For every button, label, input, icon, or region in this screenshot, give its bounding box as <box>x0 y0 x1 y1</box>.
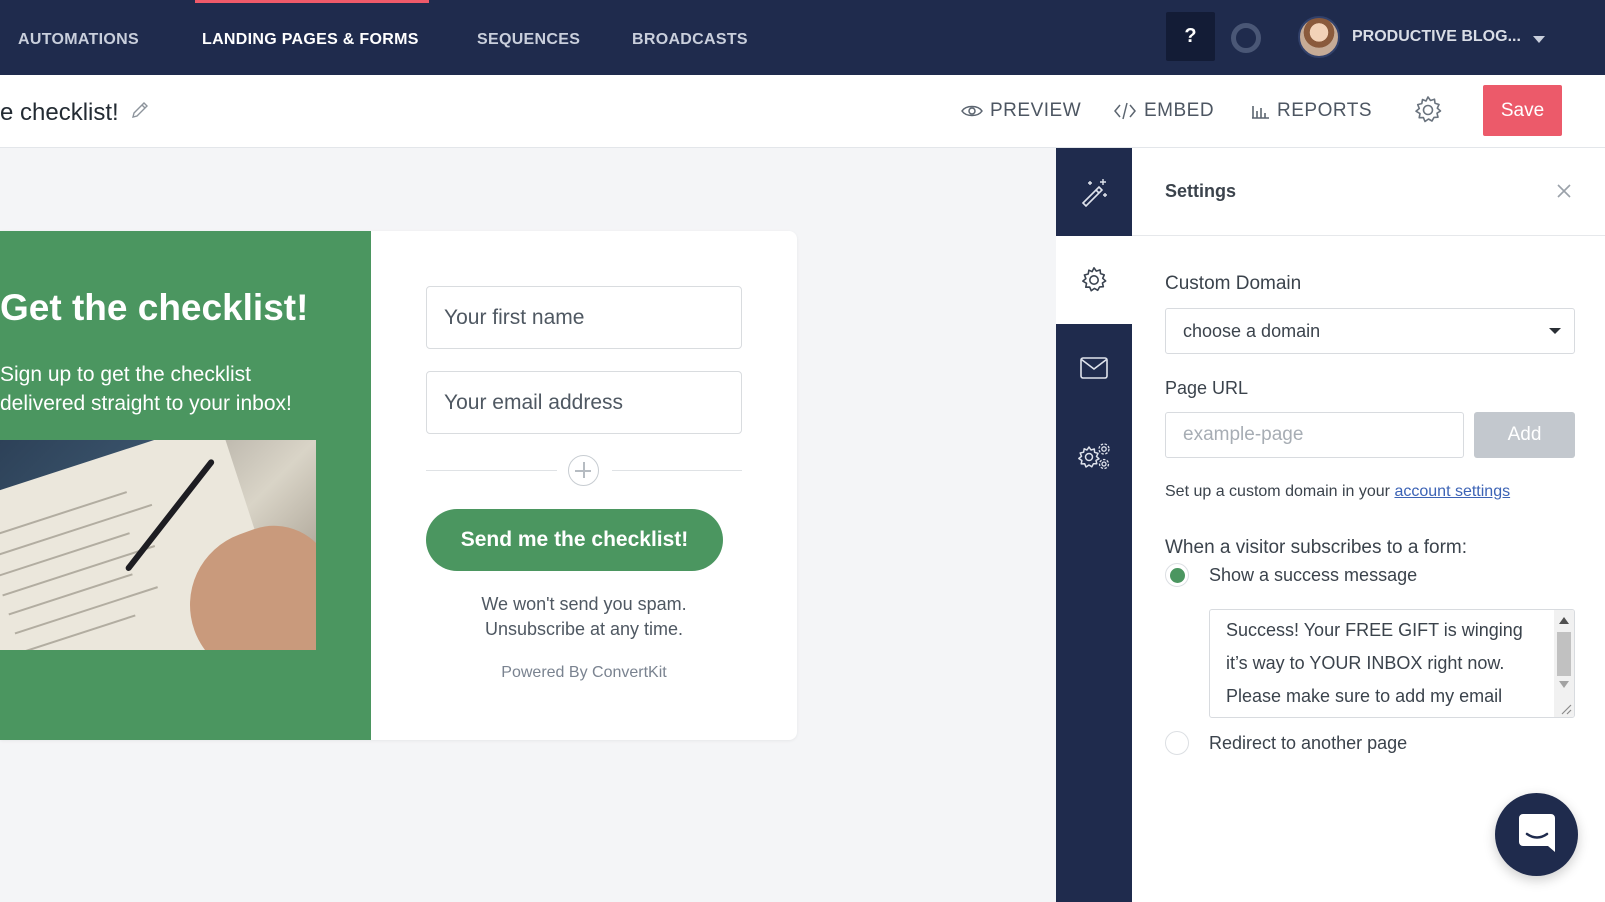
gear-icon[interactable] <box>1413 95 1443 125</box>
form-preview-card[interactable]: Get the checklist! Sign up to get the ch… <box>0 231 797 740</box>
success-message-textarea[interactable]: Success! Your FREE GIFT is winging it’s … <box>1209 609 1575 718</box>
custom-domain-select[interactable]: choose a domain <box>1165 308 1575 354</box>
top-nav: AUTOMATIONS LANDING PAGES & FORMS SEQUEN… <box>0 0 1605 75</box>
embed-button[interactable]: EMBED <box>1113 97 1214 125</box>
settings-title: Settings <box>1165 181 1237 201</box>
divider <box>426 470 557 471</box>
preview-label: PREVIEW <box>990 100 1082 121</box>
redirect-option-label[interactable]: Redirect to another page <box>1209 733 1407 754</box>
spam-disclaimer: We won't send you spam. Unsubscribe at a… <box>426 592 742 642</box>
page-url-label: Page URL <box>1165 378 1249 398</box>
avatar[interactable] <box>1298 16 1340 58</box>
nav-item-broadcasts[interactable]: BROADCASTS <box>632 0 748 75</box>
redirect-radio[interactable] <box>1165 731 1189 755</box>
page-title: e checklist! <box>0 99 119 126</box>
success-message-option-label[interactable]: Show a success message <box>1209 565 1417 586</box>
reports-label: REPORTS <box>1277 100 1373 121</box>
bar-chart-icon <box>1252 106 1269 119</box>
custom-domain-selected: choose a domain <box>1183 321 1321 341</box>
embed-label: EMBED <box>1144 100 1215 121</box>
chat-icon <box>1519 814 1555 852</box>
add-button[interactable]: Add <box>1474 412 1575 458</box>
disclaimer-line: Unsubscribe at any time. <box>484 619 684 639</box>
page-url-input[interactable]: example-page <box>1165 412 1464 458</box>
chat-launcher-button[interactable] <box>1495 793 1578 876</box>
email-field[interactable]: Your email address <box>426 371 742 434</box>
settings-panel: Settings Custom Domain choose a domain P… <box>1132 148 1605 902</box>
scroll-down-icon[interactable] <box>1559 681 1569 688</box>
scroll-up-icon[interactable] <box>1559 617 1569 624</box>
form-subheading: Sign up to get the checklist delivered s… <box>0 363 292 415</box>
reports-button[interactable]: REPORTS <box>1250 97 1372 125</box>
advanced-gears-icon <box>1078 443 1110 470</box>
success-message-line: it’s way to YOUR INBOX right now. <box>1226 653 1505 673</box>
envelope-icon <box>1080 357 1108 379</box>
nav-item-automations[interactable]: AUTOMATIONS <box>18 0 139 75</box>
success-message-radio[interactable] <box>1165 563 1189 587</box>
chevron-down-icon <box>1549 328 1561 334</box>
helper-text: Set up a custom domain in your <box>1165 483 1391 500</box>
preview-button[interactable]: PREVIEW <box>961 97 1081 125</box>
resize-grip-icon[interactable] <box>1558 701 1572 715</box>
tab-settings[interactable] <box>1056 236 1132 324</box>
pencil-icon[interactable] <box>130 100 150 120</box>
checklist-photo <box>0 440 316 650</box>
powered-by-link[interactable]: Powered By ConvertKit <box>426 664 742 682</box>
submit-button[interactable]: Send me the checklist! <box>426 509 723 571</box>
eye-icon <box>961 105 983 117</box>
success-message-line: Please make sure to add my email <box>1226 686 1503 706</box>
loading-ring-icon <box>1231 23 1261 53</box>
close-icon[interactable] <box>1556 183 1572 199</box>
editor-sidebar <box>1056 148 1132 902</box>
code-icon <box>1114 102 1136 120</box>
form-heading: Get the checklist! <box>0 287 309 328</box>
tab-email[interactable] <box>1056 324 1132 412</box>
settings-header: Settings <box>1132 148 1605 236</box>
form-hero-panel: Get the checklist! Sign up to get the ch… <box>0 231 371 740</box>
disclaimer-line: We won't send you spam. <box>481 594 687 614</box>
custom-domain-helper: Set up a custom domain in your account s… <box>1165 483 1510 501</box>
save-button[interactable]: Save <box>1483 85 1562 136</box>
success-message-text: Success! Your FREE GIFT is winging it’s … <box>1226 614 1546 713</box>
tab-design[interactable] <box>1056 148 1132 236</box>
success-message-line: Success! Your FREE GIFT is winging <box>1226 620 1523 640</box>
magic-wand-icon <box>1081 179 1107 207</box>
divider <box>612 470 742 471</box>
add-field-plus-icon[interactable] <box>568 455 599 486</box>
first-name-field[interactable]: Your first name <box>426 286 742 349</box>
nav-item-landing-pages-forms[interactable]: LANDING PAGES & FORMS <box>202 0 419 75</box>
scroll-thumb[interactable] <box>1557 632 1571 676</box>
subscribe-action-heading: When a visitor subscribes to a form: <box>1165 537 1467 558</box>
help-button[interactable]: ? <box>1166 12 1215 61</box>
tab-advanced[interactable] <box>1056 412 1132 500</box>
page-toolbar: e checklist! PREVIEW EMBED REPORTS Save <box>0 75 1605 148</box>
account-settings-link[interactable]: account settings <box>1394 483 1510 500</box>
nav-item-sequences[interactable]: SEQUENCES <box>477 0 580 75</box>
gear-icon <box>1082 267 1107 292</box>
chevron-down-icon[interactable] <box>1533 36 1545 43</box>
account-name[interactable]: PRODUCTIVE BLOG... <box>1352 28 1521 46</box>
custom-domain-label: Custom Domain <box>1165 273 1302 294</box>
